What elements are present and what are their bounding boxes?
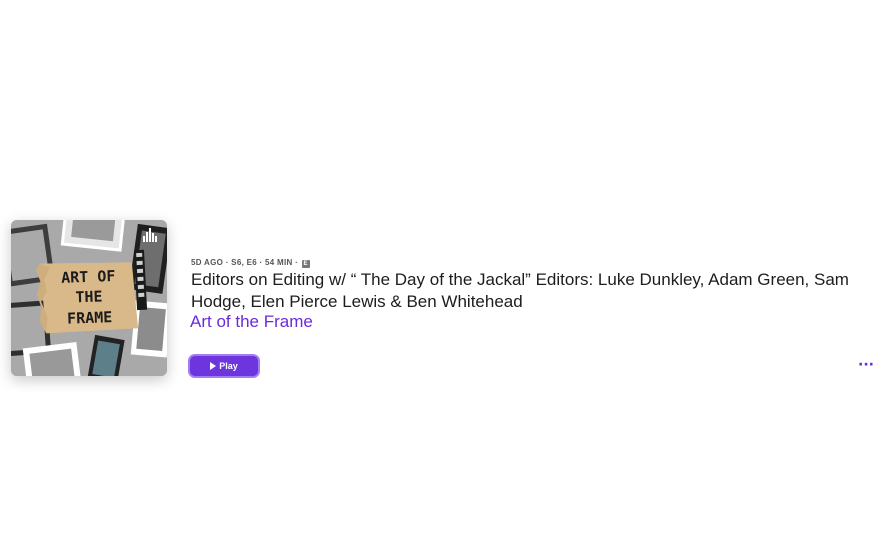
episode-title[interactable]: Editors on Editing w/ “ The Day of the J… — [191, 269, 881, 313]
play-button-label: Play — [219, 361, 238, 371]
episode-meta-text: 5D AGO · S6, E6 · 54 MIN · — [191, 258, 299, 267]
more-options-button[interactable]: ··· — [856, 358, 876, 372]
explicit-badge: E — [301, 260, 310, 268]
episode-row: ART OF THE FRAME 5D AGO · S6, E6 · 54 MI… — [11, 220, 876, 380]
episode-meta: 5D AGO · S6, E6 · 54 MIN · E — [191, 258, 310, 268]
svg-text:THE: THE — [75, 287, 103, 306]
play-button[interactable]: Play — [190, 356, 258, 376]
ellipsis-icon: ··· — [858, 357, 874, 373]
episode-artwork[interactable]: ART OF THE FRAME — [11, 220, 167, 376]
svg-text:FRAME: FRAME — [67, 308, 113, 328]
show-link[interactable]: Art of the Frame — [190, 312, 313, 332]
artwork-image: ART OF THE FRAME — [11, 220, 167, 376]
play-icon — [210, 362, 217, 370]
svg-text:ART OF: ART OF — [61, 267, 116, 287]
